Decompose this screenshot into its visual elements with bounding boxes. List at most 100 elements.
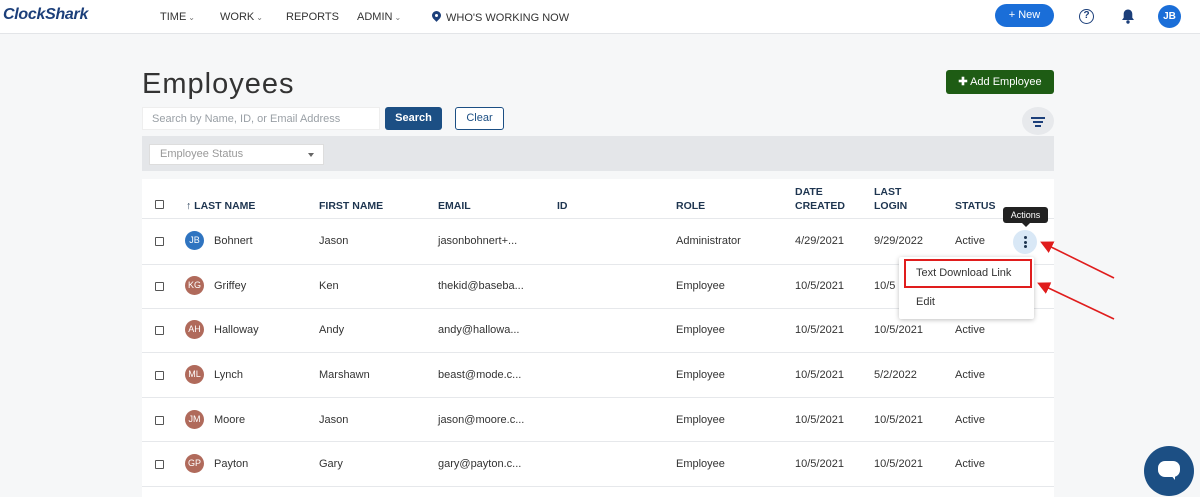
cell-status: Active	[955, 235, 985, 247]
nav-whos-working-now[interactable]: WHO'S WORKING NOW	[432, 11, 569, 24]
column-header-date-created[interactable]: DATE CREATED	[795, 185, 845, 213]
cell-last-login: 10/5/2021	[874, 414, 923, 426]
cell-last-name: Bohnert	[214, 235, 253, 247]
add-employee-label: Add Employee	[970, 76, 1042, 88]
nav-time-label: TIME	[160, 11, 187, 23]
row-divider	[142, 218, 1054, 219]
cell-status: Active	[955, 369, 985, 381]
row-checkbox[interactable]	[155, 282, 164, 291]
user-avatar[interactable]: JB	[1158, 5, 1181, 28]
avatar: JB	[185, 231, 204, 250]
search-button[interactable]: Search	[385, 107, 442, 130]
column-header-last-name[interactable]: ↑ LAST NAME	[186, 199, 255, 213]
row-checkbox[interactable]	[155, 416, 164, 425]
cell-role: Employee	[676, 324, 725, 336]
nav-time[interactable]: TIME ⌄	[160, 11, 195, 23]
bell-icon[interactable]	[1120, 8, 1136, 25]
cell-last-login: 10/5/2021	[874, 458, 923, 470]
column-header-first-name[interactable]: FIRST NAME	[319, 199, 383, 213]
filter-icon[interactable]	[1022, 107, 1054, 135]
cell-date-created: 10/5/2021	[795, 414, 844, 426]
kebab-dot	[1023, 236, 1027, 239]
cell-role: Employee	[676, 369, 725, 381]
cell-email: jason@moore.c...	[438, 414, 525, 426]
cell-last-name: Halloway	[214, 324, 259, 336]
cell-first-name: Jason	[319, 235, 349, 247]
row-checkbox[interactable]	[155, 460, 164, 469]
kebab-dot	[1023, 245, 1027, 248]
cell-status: Active	[955, 414, 985, 426]
cell-email: beast@mode.c...	[438, 369, 522, 381]
cell-date-created: 10/5/2021	[795, 280, 844, 292]
cell-role: Employee	[676, 280, 725, 292]
help-icon[interactable]: ?	[1079, 9, 1094, 24]
cell-first-name: Gary	[319, 458, 343, 470]
nav-work[interactable]: WORK ⌄	[220, 11, 263, 23]
column-header-role[interactable]: ROLE	[676, 199, 705, 213]
cell-date-created: 10/5/2021	[795, 369, 844, 381]
employee-status-select[interactable]: Employee Status	[149, 144, 324, 165]
nav-work-label: WORK	[220, 11, 255, 23]
avatar: JM	[185, 410, 204, 429]
row-checkbox[interactable]	[155, 371, 164, 380]
kebab-dot	[1023, 240, 1027, 244]
row-divider	[142, 397, 1054, 398]
new-button[interactable]: + New	[995, 4, 1054, 27]
chat-bubble-tail	[1170, 474, 1175, 480]
map-pin-icon	[432, 11, 441, 23]
cell-last-login: 5/2/2022	[874, 369, 917, 381]
column-header-email[interactable]: EMAIL	[438, 199, 471, 213]
menu-item-text-download-link[interactable]: Text Download Link	[904, 259, 1032, 288]
clockshark-logo[interactable]: ClockShark	[3, 6, 88, 24]
menu-item-edit[interactable]: Edit	[904, 288, 1032, 317]
search-input[interactable]	[142, 107, 380, 130]
column-header-status[interactable]: STATUS	[955, 199, 995, 213]
cell-email: andy@hallowa...	[438, 324, 520, 336]
row-checkbox[interactable]	[155, 237, 164, 246]
plus-icon: ✚	[958, 76, 968, 88]
nav-admin[interactable]: ADMIN ⌄	[357, 11, 401, 23]
cell-status: Active	[955, 324, 985, 336]
chevron-down-icon: ⌄	[256, 13, 263, 22]
cell-email: jasonbohnert+...	[438, 235, 518, 247]
cell-date-created: 4/29/2021	[795, 235, 844, 247]
avatar: KG	[185, 276, 204, 295]
cell-last-name: Lynch	[214, 369, 243, 381]
row-checkbox[interactable]	[155, 326, 164, 335]
cell-last-name: Moore	[214, 414, 246, 426]
top-nav-bar: ClockShark TIME ⌄ WORK ⌄ REPORTS ADMIN ⌄ WH…	[0, 0, 1200, 34]
page-title: Employees	[142, 68, 295, 100]
nav-admin-label: ADMIN	[357, 11, 393, 23]
actions-kebab-button[interactable]	[1013, 230, 1037, 254]
cell-first-name: Marshawn	[319, 369, 370, 381]
avatar: AH	[185, 320, 204, 339]
cell-role: Employee	[676, 458, 725, 470]
cell-last-name: Payton	[214, 458, 249, 470]
employee-status-placeholder: Employee Status	[160, 148, 244, 160]
actions-tooltip: Actions	[1003, 207, 1048, 227]
cell-first-name: Jason	[319, 414, 349, 426]
column-header-id[interactable]: ID	[557, 199, 568, 213]
cell-email: thekid@baseba...	[438, 280, 524, 292]
chevron-down-icon: ⌄	[188, 13, 195, 22]
cell-last-login: 9/29/2022	[874, 235, 923, 247]
clear-button[interactable]: Clear	[455, 107, 504, 130]
chevron-down-icon: ⌄	[394, 13, 402, 22]
chat-widget-button[interactable]	[1144, 446, 1194, 496]
cell-date-created: 10/5/2021	[795, 324, 844, 336]
cell-date-created: 10/5/2021	[795, 458, 844, 470]
row-divider	[142, 352, 1054, 353]
nav-reports[interactable]: REPORTS	[286, 11, 339, 23]
row-divider	[142, 441, 1054, 442]
cell-first-name: Ken	[319, 280, 339, 292]
employees-table	[142, 179, 1054, 497]
add-employee-button[interactable]: ✚ Add Employee	[946, 70, 1054, 94]
nav-whos-working-label: WHO'S WORKING NOW	[446, 12, 570, 24]
cell-email: gary@payton.c...	[438, 458, 522, 470]
select-all-checkbox[interactable]	[155, 200, 164, 209]
chat-bubble-icon	[1158, 461, 1180, 477]
column-header-last-login[interactable]: LAST LOGIN	[874, 185, 907, 213]
cell-last-login: 10/5	[874, 280, 896, 292]
cell-role: Employee	[676, 414, 725, 426]
avatar: GP	[185, 454, 204, 473]
